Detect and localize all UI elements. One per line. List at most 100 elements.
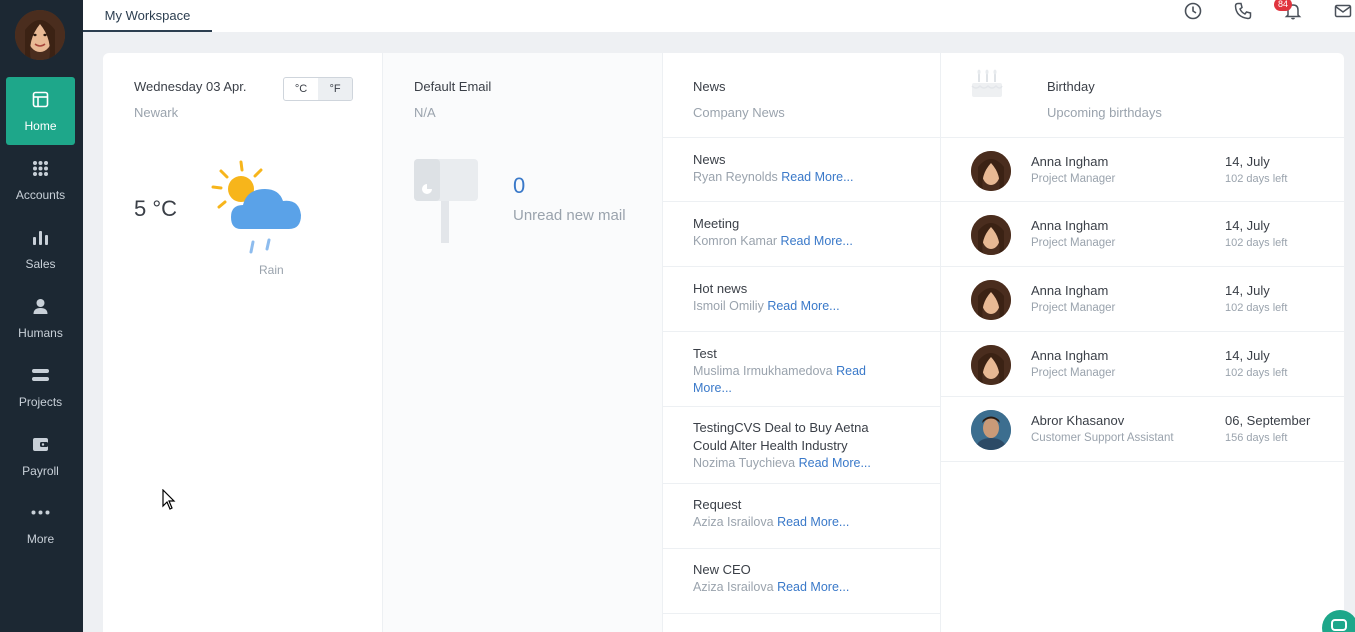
read-more-link[interactable]: Read More... — [777, 580, 849, 594]
nav-humans-label: Humans — [18, 325, 63, 340]
news-item-author: Aziza Israilova — [693, 515, 774, 529]
bell-icon[interactable]: 84 — [1274, 0, 1304, 22]
nav-more-label: More — [26, 531, 55, 546]
birthday-date: 14, July — [1225, 348, 1270, 363]
birthday-date: 14, July — [1225, 283, 1270, 298]
person-role: Project Manager — [1031, 367, 1116, 379]
news-item[interactable]: Meeting Komron Kamar Read More... — [663, 202, 941, 267]
nav-home[interactable]: Home — [6, 77, 75, 145]
news-title: News — [693, 79, 726, 94]
news-item-title: New CEO — [693, 562, 751, 577]
user-avatar[interactable] — [15, 10, 65, 60]
birthday-row[interactable]: Anna Ingham Project Manager 14, July 102… — [941, 332, 1344, 397]
person-role: Project Manager — [1031, 173, 1116, 185]
rain-cloud-icon — [209, 157, 313, 261]
clock-icon[interactable] — [1182, 0, 1204, 22]
news-item-title: News — [693, 152, 726, 167]
sidebar: Home Accounts Sales Humans Projects Payr… — [0, 0, 83, 632]
weather-widget: Wednesday 03 Apr. Newark °C °F 5 °C Rain — [103, 53, 383, 632]
grid-icon — [31, 159, 51, 179]
person-name: Anna Ingham — [1031, 348, 1109, 363]
birthday-row[interactable]: Anna Ingham Project Manager 14, July 102… — [941, 137, 1344, 202]
news-item-title: Meeting — [693, 216, 740, 231]
person-avatar — [971, 151, 1011, 191]
news-item-author: Muslima Irmukhamedova — [693, 364, 833, 378]
tab-my-workspace[interactable]: My Workspace — [83, 0, 212, 32]
news-item-title: Test — [693, 346, 717, 361]
news-item-author: Komron Kamar — [693, 234, 778, 248]
news-item[interactable]: Request Aziza Israilova Read More... — [663, 484, 941, 549]
nav-projects-label: Projects — [18, 394, 63, 409]
nav-projects[interactable]: Projects — [6, 353, 75, 421]
workspace-panel: Wednesday 03 Apr. Newark °C °F 5 °C Rain… — [103, 53, 1344, 632]
birthday-row[interactable]: Abror Khasanov Customer Support Assistan… — [941, 397, 1344, 462]
nav-home-label: Home — [24, 118, 57, 133]
news-item-author: Nozima Tuychieva — [693, 456, 796, 470]
news-item-author: Ryan Reynolds — [693, 170, 778, 184]
days-left: 102 days left — [1225, 302, 1288, 314]
temperature-unit-toggle: °C °F — [283, 77, 353, 101]
read-more-link[interactable]: Read More... — [777, 515, 849, 529]
unit-celsius-button[interactable]: °C — [284, 78, 318, 100]
news-item-author: Aziza Israilova — [693, 580, 774, 594]
news-item-author: Ismoil Omiliy — [693, 299, 764, 313]
birthday-cake-icon — [971, 69, 1003, 99]
read-more-link[interactable]: Read More... — [799, 456, 871, 470]
person-avatar — [971, 345, 1011, 385]
nav-payroll[interactable]: Payroll — [6, 422, 75, 490]
person-role: Project Manager — [1031, 237, 1116, 249]
email-address: N/A — [414, 105, 436, 120]
news-item-title: Hot news — [693, 281, 748, 296]
nav-sales[interactable]: Sales — [6, 215, 75, 283]
birthday-date: 14, July — [1225, 154, 1270, 169]
home-icon — [31, 90, 51, 110]
birthday-row[interactable]: Anna Ingham Project Manager 14, July 102… — [941, 267, 1344, 332]
notification-badge: 84 — [1274, 0, 1293, 11]
nav-humans[interactable]: Humans — [6, 284, 75, 352]
person-role: Customer Support Assistant — [1031, 432, 1174, 444]
person-name: Anna Ingham — [1031, 283, 1109, 298]
news-item-title: TestingCVS Deal to Buy Aetna Could Alter… — [693, 420, 869, 453]
chat-bubble-icon[interactable] — [1322, 610, 1355, 632]
birthday-date: 14, July — [1225, 218, 1270, 233]
person-name: Abror Khasanov — [1031, 413, 1125, 428]
nav-accounts[interactable]: Accounts — [6, 146, 75, 214]
news-item[interactable]: Test Muslima Irmukhamedova Read More... — [663, 332, 941, 407]
birthday-widget: Birthday Upcoming birthdays Anna Ingham … — [941, 53, 1344, 632]
nav-payroll-label: Payroll — [22, 463, 59, 478]
nav-accounts-label: Accounts — [15, 187, 66, 202]
weather-city: Newark — [134, 105, 179, 120]
news-item[interactable]: News Ryan Reynolds Read More... — [663, 137, 941, 202]
birthday-row[interactable]: Anna Ingham Project Manager 14, July 102… — [941, 202, 1344, 267]
read-more-link[interactable]: Read More... — [781, 234, 853, 248]
unit-fahrenheit-button[interactable]: °F — [318, 78, 352, 100]
email-title: Default Email — [414, 79, 492, 94]
bar-chart-icon — [31, 228, 51, 248]
news-item[interactable]: TestingCVS Deal to Buy Aetna Could Alter… — [663, 407, 941, 484]
more-icon — [31, 503, 51, 523]
weather-temperature: 5 °C — [134, 196, 178, 221]
days-left: 156 days left — [1225, 432, 1288, 444]
email-widget: Default Email N/A 0 Unread new mail — [383, 53, 663, 632]
person-avatar — [971, 410, 1011, 450]
unread-mail-count[interactable]: 0 — [513, 173, 525, 199]
person-icon — [31, 297, 51, 317]
read-more-link[interactable]: Read More... — [767, 299, 839, 313]
mail-icon[interactable] — [1332, 0, 1354, 22]
mailbox-icon — [414, 159, 478, 245]
unread-mail-label: Unread new mail — [513, 207, 626, 224]
person-avatar — [971, 215, 1011, 255]
days-left: 102 days left — [1225, 367, 1288, 379]
person-avatar — [971, 280, 1011, 320]
nav-more[interactable]: More — [6, 490, 75, 558]
top-bar: My Workspace 84 — [83, 0, 1355, 32]
news-item[interactable]: Hot news Ismoil Omiliy Read More... — [663, 267, 941, 332]
projects-icon — [31, 366, 51, 386]
wallet-icon — [31, 435, 51, 455]
news-item[interactable]: New CEO Aziza Israilova Read More... — [663, 549, 941, 614]
days-left: 102 days left — [1225, 237, 1288, 249]
news-subtitle: Company News — [693, 105, 785, 120]
read-more-link[interactable]: Read More... — [781, 170, 853, 184]
phone-icon[interactable] — [1232, 0, 1254, 22]
person-name: Anna Ingham — [1031, 154, 1109, 169]
